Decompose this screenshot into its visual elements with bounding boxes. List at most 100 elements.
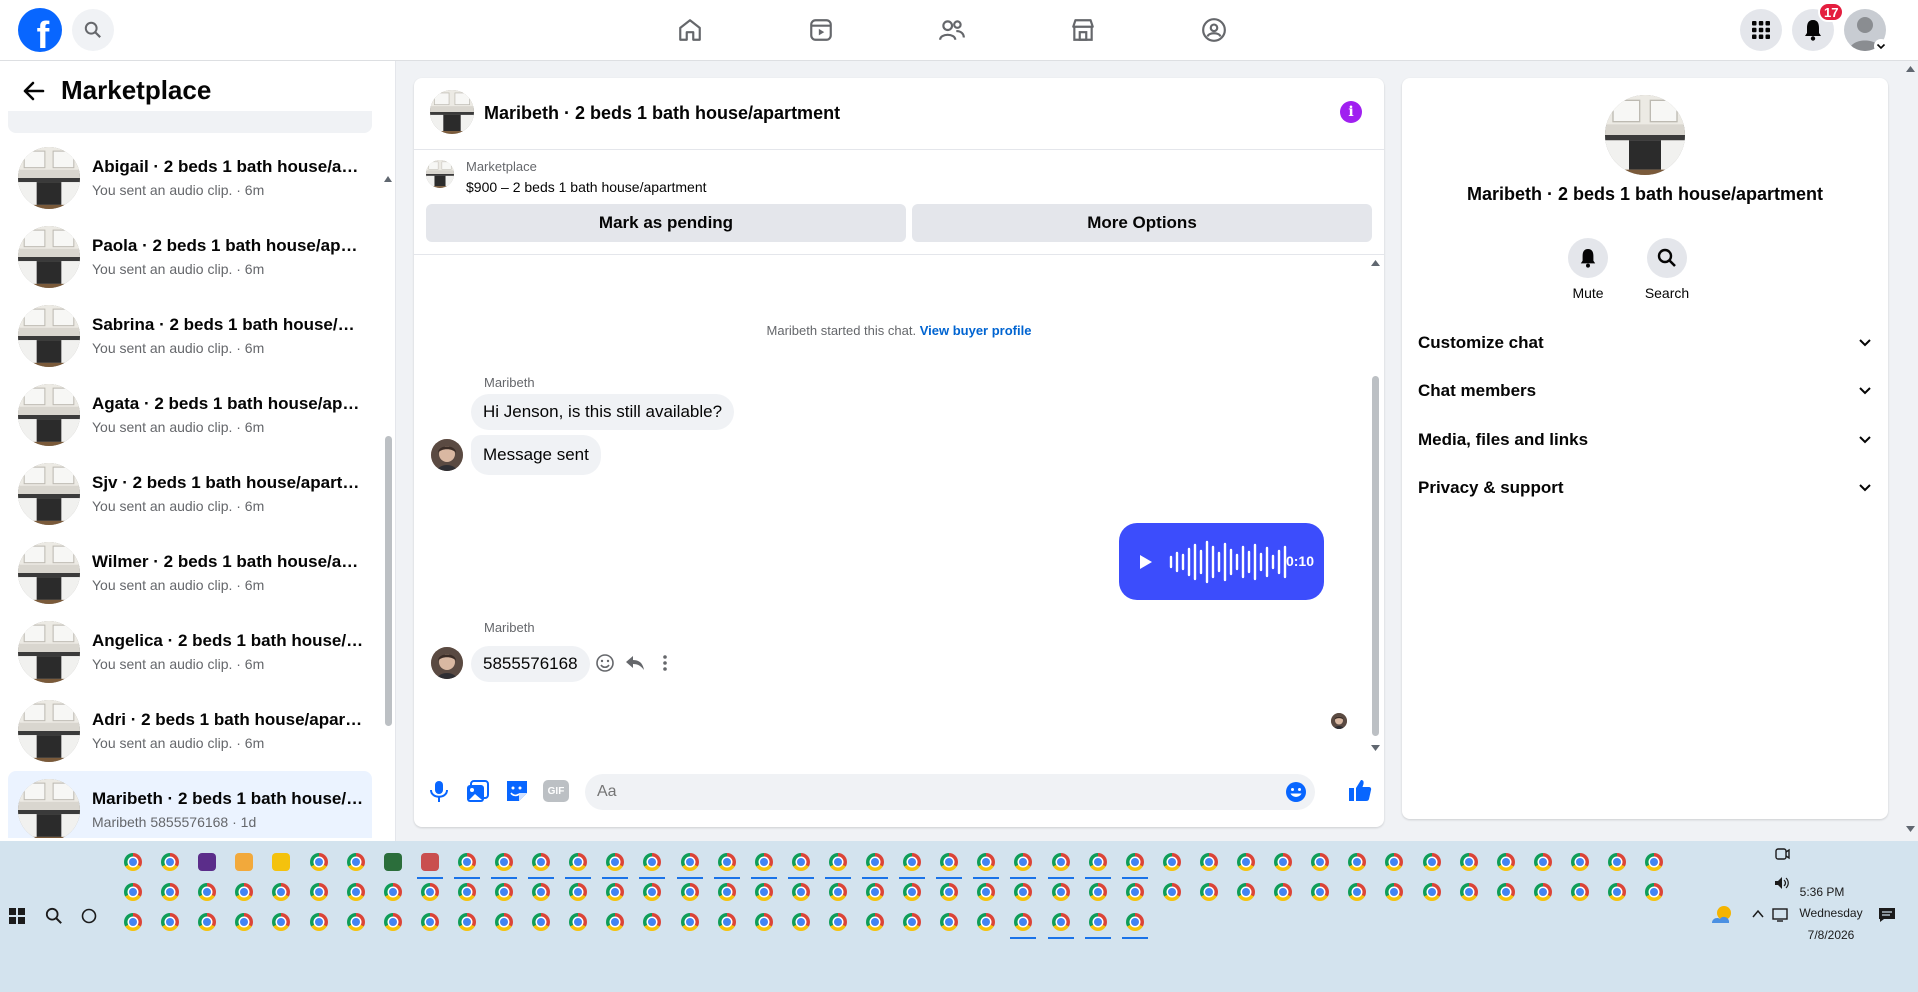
- chrome-icon[interactable]: [161, 883, 180, 901]
- gif-button[interactable]: GIF: [543, 780, 569, 802]
- chrome-icon[interactable]: [309, 853, 328, 871]
- chevron-up-icon[interactable]: [1752, 909, 1764, 919]
- chrome-icon[interactable]: [1608, 883, 1626, 901]
- thread-item[interactable]: Angelica · 2 beds 1 bath house/apartment…: [8, 613, 372, 692]
- chrome-icon[interactable]: [680, 883, 699, 901]
- nav-marketplace[interactable]: [1018, 0, 1148, 60]
- chrome-icon[interactable]: [346, 853, 365, 871]
- thread-item[interactable]: Wilmer · 2 beds 1 bath house/apartment Yo…: [8, 534, 372, 613]
- chrome-icon[interactable]: [940, 883, 959, 901]
- app-icon[interactable]: [420, 853, 439, 871]
- task-view-icon[interactable]: [81, 908, 97, 924]
- chat-scroll-thumb[interactable]: [1372, 376, 1379, 736]
- chrome-icon[interactable]: [754, 883, 773, 901]
- chrome-icon[interactable]: [420, 883, 439, 901]
- chrome-icon[interactable]: [791, 883, 810, 901]
- chrome-icon[interactable]: [1533, 883, 1552, 901]
- chrome-icon[interactable]: [977, 913, 996, 931]
- emoji-react-icon[interactable]: [595, 653, 615, 673]
- chrome-icon[interactable]: [346, 883, 365, 901]
- scroll-up-icon[interactable]: [1371, 260, 1380, 266]
- thread-item[interactable]: Maribeth · 2 beds 1 bath house/apartment…: [8, 771, 372, 838]
- chrome-icon[interactable]: [569, 853, 588, 871]
- thread-list[interactable]: Abigail · 2 beds 1 bath house/apartment Y…: [8, 111, 372, 838]
- mark-as-pending-button[interactable]: Mark as pending: [426, 204, 906, 242]
- chrome-icon[interactable]: [1051, 883, 1070, 901]
- photo-icon[interactable]: [465, 778, 491, 804]
- chrome-icon[interactable]: [532, 883, 551, 901]
- chrome-icon[interactable]: [643, 913, 662, 931]
- chrome-icon[interactable]: [606, 883, 625, 901]
- sticker-icon[interactable]: [504, 778, 530, 804]
- chrome-icon[interactable]: [1162, 853, 1181, 871]
- chat-members-section[interactable]: Chat members: [1418, 371, 1872, 411]
- chrome-icon[interactable]: [569, 883, 588, 901]
- chrome-icon[interactable]: [198, 913, 217, 931]
- chrome-icon[interactable]: [977, 853, 996, 871]
- mute-button[interactable]: Mute: [1553, 238, 1623, 301]
- app-icon[interactable]: [235, 853, 254, 871]
- chrome-icon[interactable]: [940, 853, 959, 871]
- chrome-icon[interactable]: [420, 913, 439, 931]
- chrome-icon[interactable]: [1162, 883, 1181, 901]
- menu-button[interactable]: [1740, 9, 1782, 51]
- chrome-icon[interactable]: [1125, 883, 1144, 901]
- chrome-icon[interactable]: [1533, 853, 1552, 871]
- app-icon[interactable]: [383, 853, 402, 871]
- thread-item[interactable]: Paola · 2 beds 1 bath house/apartment You…: [8, 218, 372, 297]
- chrome-icon[interactable]: [1459, 883, 1478, 901]
- chrome-icon[interactable]: [124, 853, 142, 871]
- chrome-icon[interactable]: [1645, 853, 1664, 871]
- chrome-icon[interactable]: [754, 913, 773, 931]
- chat-avatar[interactable]: [430, 90, 474, 134]
- chrome-icon[interactable]: [680, 913, 699, 931]
- chrome-icon[interactable]: [1422, 883, 1441, 901]
- nav-friends[interactable]: [887, 0, 1017, 60]
- scroll-up-icon[interactable]: [384, 176, 392, 182]
- message-bubble[interactable]: Message sent: [471, 435, 601, 475]
- chrome-icon[interactable]: [717, 883, 736, 901]
- chrome-icon[interactable]: [754, 853, 773, 871]
- chrome-icon[interactable]: [124, 913, 142, 931]
- notification-center-icon[interactable]: [1878, 907, 1896, 923]
- chrome-icon[interactable]: [717, 913, 736, 931]
- details-avatar[interactable]: [1605, 95, 1685, 175]
- chrome-icon[interactable]: [866, 853, 884, 871]
- thread-item-partial[interactable]: [8, 111, 372, 133]
- chrome-icon[interactable]: [866, 913, 884, 931]
- chrome-icon[interactable]: [1014, 883, 1033, 901]
- chrome-icon[interactable]: [1274, 853, 1293, 871]
- chrome-icon[interactable]: [1570, 853, 1589, 871]
- chrome-icon[interactable]: [235, 913, 254, 931]
- customize-chat-section[interactable]: Customize chat: [1418, 323, 1872, 363]
- thread-item[interactable]: Sjv · 2 beds 1 bath house/apartment You s…: [8, 455, 372, 534]
- audio-message[interactable]: 0:10: [1119, 523, 1324, 600]
- chrome-icon[interactable]: [1311, 853, 1330, 871]
- chrome-icon[interactable]: [309, 913, 328, 931]
- chrome-icon[interactable]: [1311, 883, 1330, 901]
- chrome-icon[interactable]: [977, 883, 996, 901]
- taskbar-search-icon[interactable]: [45, 907, 63, 925]
- chrome-icon[interactable]: [161, 913, 180, 931]
- message-input-box[interactable]: [585, 774, 1315, 810]
- chrome-icon[interactable]: [643, 853, 662, 871]
- scroll-down-icon[interactable]: [1371, 745, 1380, 751]
- chrome-icon[interactable]: [1237, 853, 1255, 871]
- clock-time[interactable]: 5:36 PM: [1782, 885, 1862, 899]
- account-chevron-icon[interactable]: [1874, 39, 1888, 53]
- chrome-icon[interactable]: [903, 853, 922, 871]
- sender-avatar[interactable]: [431, 647, 463, 679]
- chrome-icon[interactable]: [903, 913, 922, 931]
- message-input[interactable]: [585, 774, 1225, 810]
- reply-icon[interactable]: [625, 653, 645, 673]
- clock-day[interactable]: Wednesday: [1788, 906, 1874, 920]
- chrome-icon[interactable]: [866, 883, 884, 901]
- search-button[interactable]: [72, 9, 114, 51]
- chrome-icon[interactable]: [791, 913, 810, 931]
- play-icon[interactable]: [1139, 554, 1153, 570]
- chrome-icon[interactable]: [1199, 853, 1218, 871]
- microphone-icon[interactable]: [426, 778, 452, 804]
- chrome-icon[interactable]: [1088, 853, 1107, 871]
- chrome-icon[interactable]: [569, 913, 588, 931]
- chrome-icon[interactable]: [1014, 913, 1033, 931]
